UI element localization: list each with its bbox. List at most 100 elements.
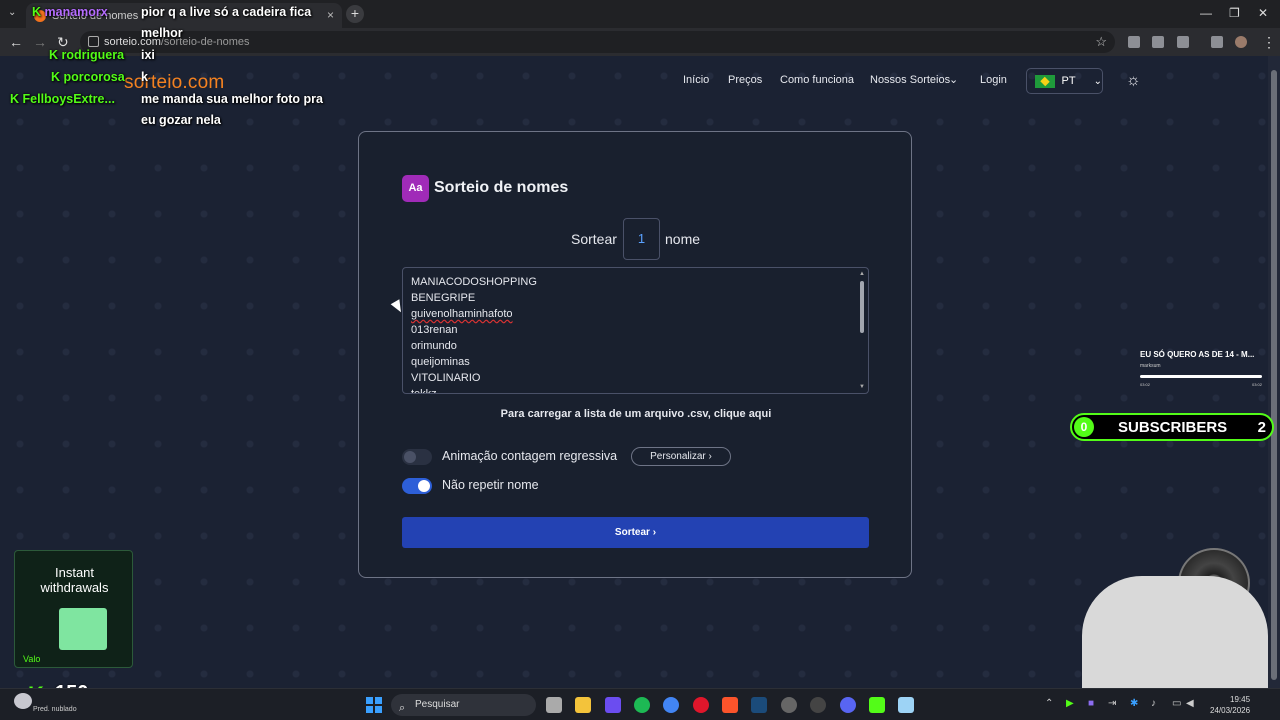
no-repeat-toggle[interactable] (402, 478, 432, 494)
kick-icon: K (10, 92, 20, 106)
system-clock[interactable]: 19:45 24/03/2026 (1210, 694, 1250, 716)
personalize-button[interactable]: Personalizar › (631, 447, 731, 466)
extension-icon[interactable] (1152, 36, 1164, 48)
nav-nossos-sorteios[interactable]: Nossos Sorteios (870, 74, 950, 86)
sortear-label: Sortear (571, 231, 617, 247)
site-logo[interactable]: sorteio.com (124, 72, 224, 94)
profile-avatar[interactable] (1235, 36, 1247, 48)
tab-search-icon[interactable]: ⌄ (8, 7, 16, 18)
discord-icon[interactable] (840, 697, 856, 713)
reading-list-icon[interactable] (1211, 36, 1223, 48)
name-entry: VITOLINARIO (411, 372, 481, 384)
chevron-right-icon: › (652, 527, 657, 538)
windows-start-icon[interactable] (366, 697, 382, 713)
nav-inicio[interactable]: Início (683, 74, 709, 86)
task-view-icon[interactable] (546, 697, 562, 713)
chat-message: ixi (141, 48, 155, 62)
forward-icon[interactable]: → (33, 34, 47, 50)
tray-app-icon[interactable]: ■ (1088, 698, 1094, 709)
nav-precos[interactable]: Preços (728, 74, 762, 86)
names-scrollbar[interactable]: ▲ ▼ (859, 271, 865, 390)
name-entry: MANIACODOSHOPPING (411, 276, 537, 288)
subscribers-count: 0 (1074, 417, 1094, 437)
weather-text[interactable]: Pred. nublado (33, 706, 77, 713)
extension-icon[interactable] (1128, 36, 1140, 48)
promo-footer: Valo (23, 654, 41, 664)
search-icon: ⌕ (399, 702, 406, 714)
atm-cash-icon (59, 608, 107, 650)
names-list: MANIACODOSHOPPING BENEGRIPE guivenolhaminh… (403, 268, 868, 394)
notepad-icon[interactable] (898, 697, 914, 713)
csv-upload-link[interactable]: Para carregar a lista de um arquivo .csv… (359, 408, 913, 420)
volume-icon[interactable]: ◀ (1186, 698, 1194, 709)
chat-user: manamorx (44, 5, 108, 19)
personalize-label: Personalizar (650, 451, 706, 462)
taskbar: Pred. nublado ⌕ Pesquisar ⌃ ▶ ■ ⇥ ✱ ♪ ▭ … (0, 688, 1280, 720)
countdown-toggle[interactable] (402, 449, 432, 465)
app-icon[interactable] (605, 697, 621, 713)
chat-user: rodriguera (61, 48, 125, 62)
steam-icon[interactable] (751, 697, 767, 713)
scroll-down-icon[interactable]: ▼ (859, 384, 865, 390)
back-icon[interactable]: ← (9, 34, 23, 50)
tray-app-icon[interactable]: ⇥ (1108, 698, 1116, 709)
network-icon[interactable]: ▭ (1172, 698, 1181, 709)
names-scrollbar-thumb[interactable] (860, 281, 864, 333)
chrome-icon[interactable] (663, 697, 679, 713)
bluetooth-icon[interactable]: ✱ (1130, 698, 1138, 709)
nome-label: nome (665, 231, 701, 247)
app-icon[interactable] (810, 697, 826, 713)
language-code: PT (1061, 75, 1076, 87)
address-bar[interactable]: sorteio.com/sorteio-de-nomes ☆ (80, 31, 1115, 53)
chat-message: pior q a live só a cadeira fica (141, 5, 312, 19)
tray-chevron-icon[interactable]: ⌃ (1045, 698, 1053, 709)
page-scrollbar[interactable] (1268, 56, 1280, 688)
draw-submit-button[interactable]: Sortear › (402, 517, 869, 548)
language-selector[interactable]: PT ⌄ (1026, 68, 1103, 94)
theme-toggle-sun-icon[interactable]: ☼ (1126, 72, 1141, 90)
close-window-icon[interactable]: ✕ (1258, 6, 1268, 20)
subscribers-label: SUBSCRIBERS (1118, 419, 1228, 436)
extensions-puzzle-icon[interactable] (1177, 36, 1189, 48)
name-entry: tekkz (411, 388, 437, 394)
browser-toolbar: ← → ↻ sorteio.com/sorteio-de-nomes ☆ ⋮ (0, 28, 1280, 56)
maximize-icon[interactable]: ❐ (1229, 6, 1240, 20)
scroll-up-icon[interactable]: ▲ (859, 271, 865, 277)
chat-message: melhor (141, 26, 183, 40)
chevron-down-icon: ⌄ (1093, 75, 1102, 87)
tray-kick-icon[interactable]: ▶ (1066, 698, 1074, 709)
kick-app-icon[interactable] (869, 697, 885, 713)
promo-line1: Instant (54, 565, 95, 580)
app-icon[interactable] (781, 697, 797, 713)
bookmark-star-icon[interactable]: ☆ (1095, 34, 1107, 50)
site-info-icon[interactable] (88, 36, 99, 47)
name-entry: 013renan (411, 324, 458, 336)
promo-text: Instant withdrawals (15, 565, 134, 595)
microphone-icon[interactable]: ♪ (1151, 698, 1156, 709)
draw-count-input[interactable]: 1 (623, 218, 660, 260)
draw-card: Aa Sorteio de nomes Sortear 1 nome MANIA… (358, 131, 912, 578)
minimize-icon[interactable]: — (1200, 6, 1212, 20)
promo-line2: withdrawals (40, 580, 109, 595)
page-scrollbar-thumb[interactable] (1271, 70, 1277, 680)
file-explorer-icon[interactable] (575, 697, 591, 713)
name-entry: queijominas (411, 356, 470, 368)
nav-login[interactable]: Login (980, 74, 1007, 86)
taskbar-search[interactable]: ⌕ Pesquisar (391, 694, 536, 716)
new-tab-button[interactable]: + (346, 5, 364, 23)
music-elapsed: 03:02 (1140, 382, 1151, 387)
tab-close-icon[interactable]: × (327, 8, 334, 22)
subscribers-target: 2 (1257, 419, 1266, 436)
spotify-icon[interactable] (634, 697, 650, 713)
nav-como-funciona[interactable]: Como funciona (780, 74, 854, 86)
brave-icon[interactable] (722, 697, 738, 713)
names-textarea[interactable]: MANIACODOSHOPPING BENEGRIPE guivenolhaminh… (402, 267, 869, 394)
menu-kebab-icon[interactable]: ⋮ (1262, 34, 1276, 51)
weather-cloud-icon[interactable] (14, 693, 32, 709)
now-playing-widget: EU SÓ QUERO AS DE 14 - M... marksum 03:0… (1134, 345, 1268, 393)
chat-user: FellboysExtre... (22, 92, 115, 106)
text-aa-icon: Aa (402, 175, 429, 202)
chevron-right-icon: › (708, 451, 712, 462)
name-entry: guivenolhaminhafoto (411, 308, 513, 320)
opera-icon[interactable] (693, 697, 709, 713)
